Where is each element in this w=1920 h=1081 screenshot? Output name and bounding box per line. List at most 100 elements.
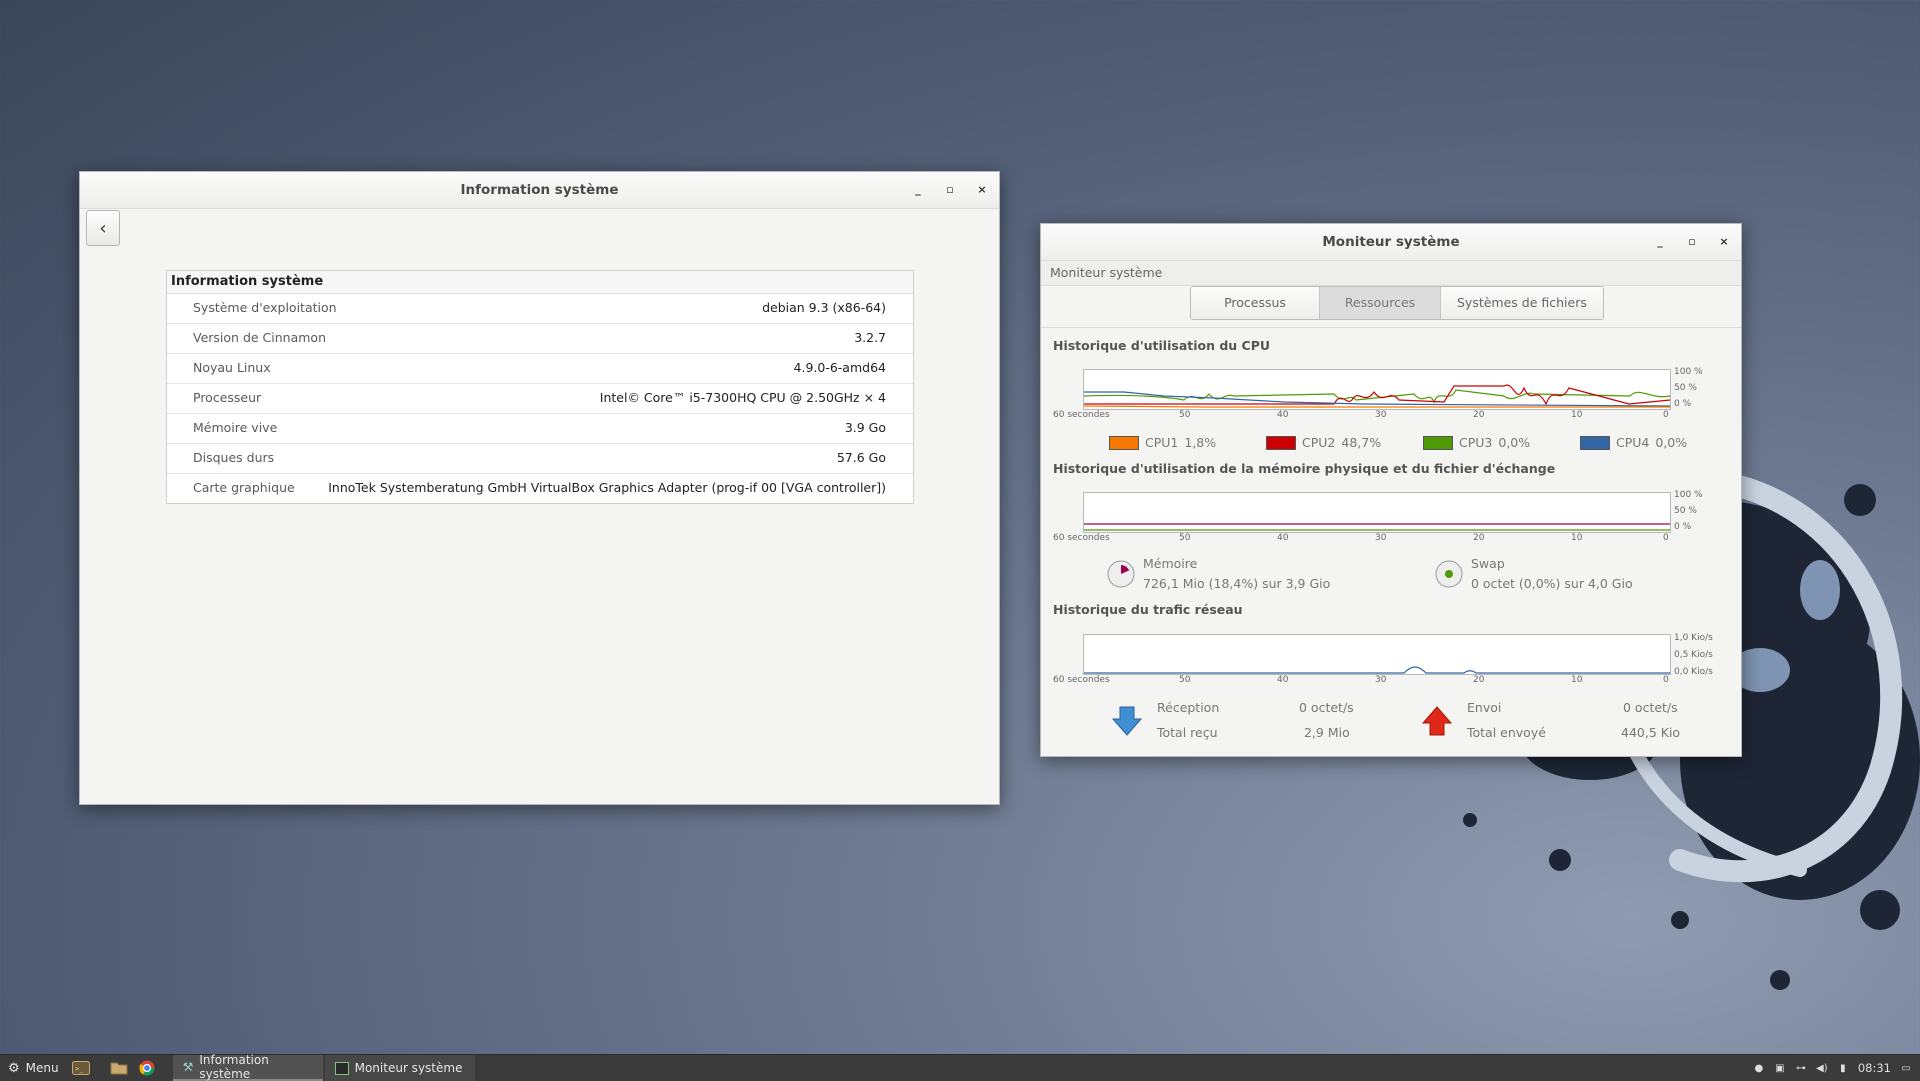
info-value: 3.2.7 [854,330,886,345]
info-value: 3.9 Go [844,420,886,435]
info-value: 57.6 Go [836,450,886,465]
info-window: Information système _ ▫ × ‹ Information … [79,171,1000,805]
info-row: Système d'exploitation debian 9.3 (x86-64… [167,294,913,323]
task-label: Moniteur système [354,1061,463,1075]
send-label: Envoi [1467,700,1502,715]
files-launcher-icon[interactable] [109,1059,129,1077]
tick-100: 100 % [1674,490,1703,500]
cpu2-legend[interactable]: CPU2 48,7% [1266,435,1381,450]
chevron-left-icon: ‹ [99,217,107,239]
cpu1-name: CPU1 [1145,435,1179,450]
task-moniteur-systeme[interactable]: Moniteur système [324,1055,475,1081]
tick-40s: 40 [1277,410,1289,420]
tick-100: 100 % [1674,367,1703,377]
tick-30s: 30 [1375,675,1387,685]
cpu4-value: 0,0% [1655,435,1688,450]
monitor-window-titlebar[interactable]: Moniteur système _ ▫ × [1041,224,1741,261]
cpu4-name: CPU4 [1616,435,1650,450]
tab-processus[interactable]: Processus [1191,287,1319,319]
cpu1-legend[interactable]: CPU1 1,8% [1109,435,1216,450]
tick-30s: 30 [1375,410,1387,420]
cpu3-legend[interactable]: CPU3 0,0% [1423,435,1530,450]
reception-label: Réception [1157,700,1220,715]
cpu1-value: 1,8% [1184,435,1217,450]
tick-50: 50 % [1674,506,1697,516]
info-key: Noyau Linux [193,360,271,375]
monitor-subtitle: Moniteur système [1041,261,1741,286]
network-lines [1084,666,1670,674]
swap-detail: 0 octet (0,0%) sur 4,0 Gio [1471,576,1633,591]
maximize-button[interactable]: ▫ [1683,233,1701,251]
svg-text:>_: >_ [75,1065,84,1073]
cpu4-legend[interactable]: CPU4 0,0% [1580,435,1687,450]
tick-60: 60 secondes [1053,410,1110,420]
reception-value: 0 octet/s [1299,700,1354,715]
tick-10s: 10 [1571,675,1583,685]
info-row: Noyau Linux 4.9.0-6-amd64 [167,353,913,383]
total-sent-label: Total envoyé [1467,725,1546,740]
total-sent-value: 440,5 Kio [1621,725,1681,740]
cpu-lines [1084,384,1670,408]
tick-0: 0 % [1674,522,1692,532]
cpu3-name: CPU3 [1459,435,1493,450]
chrome-launcher-icon[interactable] [137,1059,157,1077]
system-tray: ● ▣ ⊶ ◀) ▮ 08:31 ▭ [1753,1055,1912,1081]
cpu3-swatch [1423,435,1453,450]
monitor-window-title: Moniteur système [1322,234,1460,250]
network-icon[interactable]: ⊶ [1795,1062,1807,1074]
info-window-titlebar[interactable]: Information système _ ▫ × [80,172,999,209]
tick-50s: 50 [1179,675,1191,685]
tick-1kio: 1,0 Kio/s [1674,633,1713,643]
info-value: 4.9.0-6-amd64 [793,360,886,375]
info-value: Intel© Core™ i5-7300HQ CPU @ 2.50GHz × 4 [599,390,886,405]
close-button[interactable]: × [973,181,991,199]
info-value: debian 9.3 (x86-64) [762,300,886,315]
cpu-graph [1083,369,1671,410]
cpu2-value: 48,7% [1341,435,1382,450]
tick-10s: 10 [1571,533,1583,543]
volume-icon[interactable]: ◀) [1816,1062,1828,1074]
info-row: Carte graphique InnoTek Systemberatung Gm… [167,473,913,503]
minimize-button[interactable]: _ [1651,233,1669,251]
task-information-systeme[interactable]: ⚒ Information système [172,1053,323,1081]
tick-10s: 10 [1571,410,1583,420]
memory-pie-icon [1107,560,1135,588]
cpu2-swatch [1266,435,1296,450]
monitor-tabs: Processus Ressources Systèmes de fichier… [1190,286,1604,320]
back-button[interactable]: ‹ [86,210,120,246]
show-desktop-icon[interactable]: ▭ [1900,1062,1912,1074]
info-row: Processeur Intel© Core™ i5-7300HQ CPU @ 2… [167,383,913,413]
tick-50s: 50 [1179,533,1191,543]
info-key: Disques durs [193,450,275,465]
menu-button[interactable]: ⚙ Menu [0,1055,67,1081]
total-received-label: Total reçu [1157,725,1218,740]
tab-divider [1041,327,1741,328]
tick-0: 0 % [1674,399,1692,409]
system-info-table: Information système Système d'exploitati… [166,270,914,504]
tick-20s: 20 [1473,410,1485,420]
close-button[interactable]: × [1715,233,1733,251]
memory-label: Mémoire [1143,556,1198,571]
download-arrow-icon [1111,706,1143,736]
terminal-launcher-icon[interactable]: >_ [71,1059,91,1077]
memory-section-title: Historique d'utilisation de la mémoire p… [1053,461,1556,476]
battery-icon[interactable]: ▮ [1837,1062,1849,1074]
info-row: Mémoire vive 3.9 Go [167,413,913,443]
cpu1-swatch [1109,435,1139,450]
send-value: 0 octet/s [1623,700,1678,715]
table-title: Information système [167,271,913,294]
user-icon[interactable]: ● [1753,1062,1765,1074]
tab-ressources[interactable]: Ressources [1319,287,1440,319]
clipboard-icon[interactable]: ▣ [1774,1062,1786,1074]
tick-50: 50 % [1674,383,1697,393]
swap-info: Swap 0 octet (0,0%) sur 4,0 Gio [1435,554,1633,594]
tick-40s: 40 [1277,533,1289,543]
minimize-button[interactable]: _ [909,181,927,199]
tab-systemes-de-fichiers[interactable]: Systèmes de fichiers [1440,287,1603,319]
clock[interactable]: 08:31 [1858,1061,1891,1075]
upload-arrow-icon [1421,706,1453,736]
tick-60: 60 secondes [1053,675,1110,685]
system-monitor-window: Moniteur système _ ▫ × Moniteur système … [1040,223,1742,757]
maximize-button[interactable]: ▫ [941,181,959,199]
swap-label: Swap [1471,556,1505,571]
